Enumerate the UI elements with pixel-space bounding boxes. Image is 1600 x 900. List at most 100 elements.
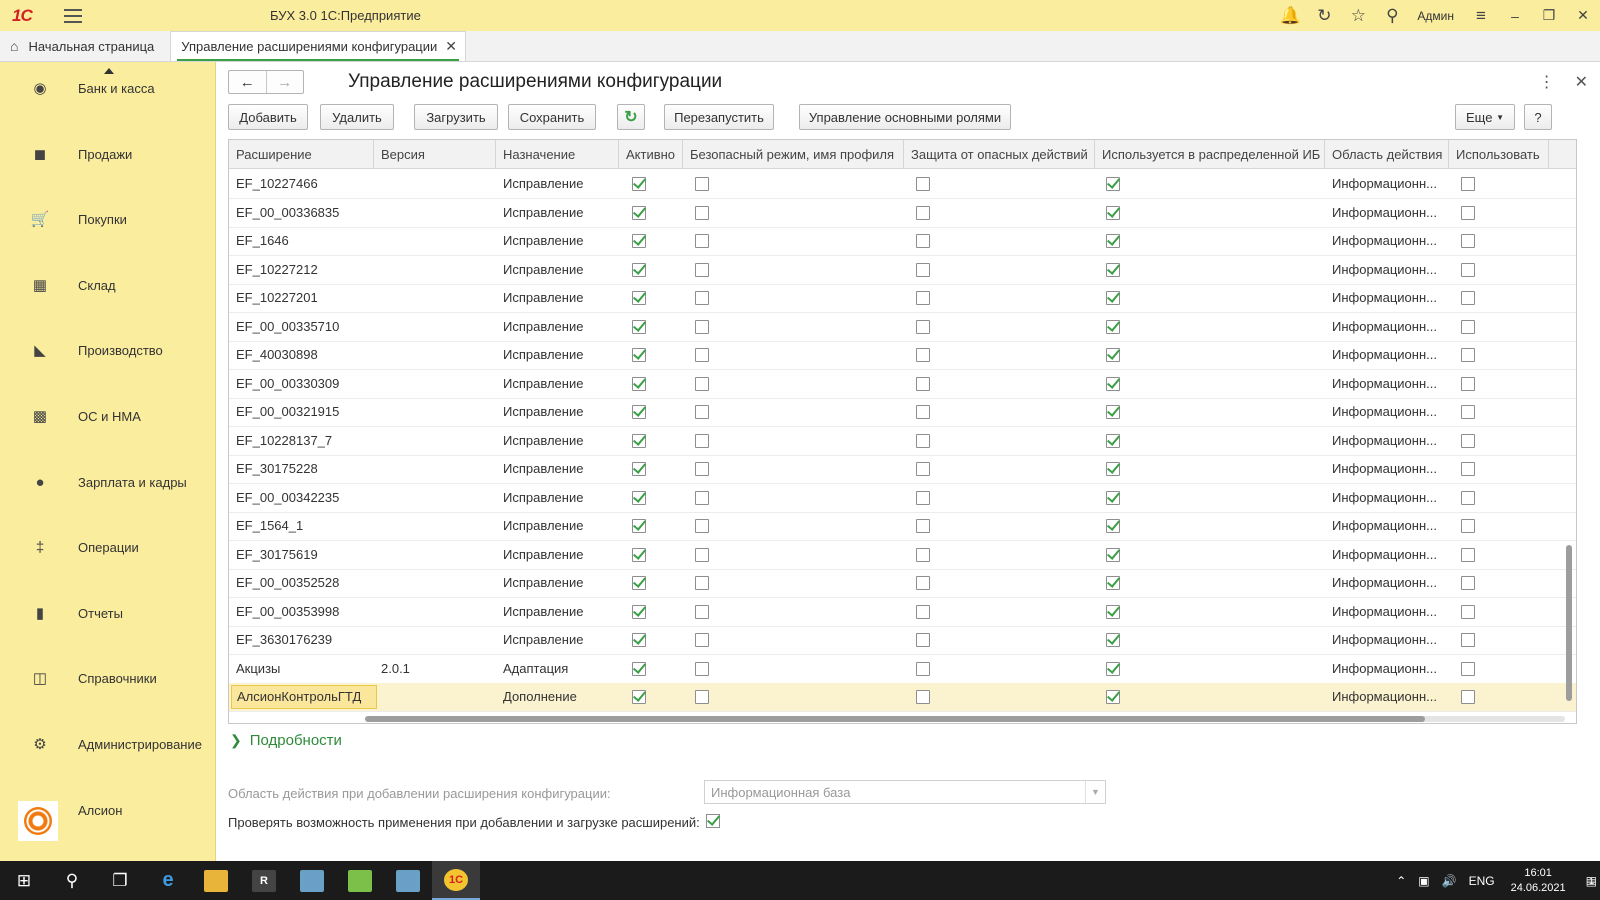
safe-checkbox[interactable]	[695, 490, 709, 505]
hamburger-menu-icon[interactable]	[64, 8, 82, 23]
tab-close-icon[interactable]: ✕	[445, 38, 457, 55]
active-checkbox[interactable]	[632, 604, 646, 619]
protect-checkbox[interactable]	[916, 405, 930, 419]
app-book-icon[interactable]	[288, 861, 336, 900]
spreadsheet-icon[interactable]	[336, 861, 384, 900]
tray-chevron-icon[interactable]: ⌃	[1396, 874, 1406, 888]
table-row[interactable]: EF_10227466 Исправление Информационн...	[229, 170, 1576, 199]
safe-checkbox[interactable]	[695, 690, 709, 704]
active-checkbox[interactable]	[632, 690, 646, 704]
tab-home[interactable]: ⌂ Начальная страница	[0, 31, 170, 61]
use-checkbox[interactable]	[1461, 376, 1475, 391]
use-checkbox[interactable]	[1461, 348, 1475, 362]
user-name[interactable]: Админ	[1417, 9, 1454, 23]
distributed-checkbox[interactable]	[1106, 376, 1120, 391]
safe-checkbox[interactable]	[695, 576, 709, 590]
distributed-checkbox[interactable]	[1106, 576, 1120, 590]
active-checkbox[interactable]	[632, 376, 646, 391]
safe-checkbox[interactable]	[695, 177, 709, 191]
restore-icon[interactable]: ❐	[1532, 7, 1566, 24]
use-checkbox[interactable]	[1461, 234, 1475, 248]
use-checkbox[interactable]	[1461, 690, 1475, 704]
distributed-checkbox[interactable]	[1106, 462, 1120, 476]
distributed-checkbox[interactable]	[1106, 633, 1120, 647]
check-apply-checkbox[interactable]	[706, 814, 720, 828]
active-checkbox[interactable]	[632, 262, 646, 277]
1c-logo[interactable]: 1С	[12, 6, 46, 26]
sidebar-item-1[interactable]: ◼ Продажи	[0, 134, 215, 174]
active-checkbox[interactable]	[632, 462, 646, 476]
active-checkbox[interactable]	[632, 234, 646, 248]
use-checkbox[interactable]	[1461, 576, 1475, 590]
protect-checkbox[interactable]	[916, 490, 930, 505]
use-checkbox[interactable]	[1461, 405, 1475, 419]
tab-extensions[interactable]: Управление расширениями конфигурации ✕	[170, 31, 467, 61]
column-header-5[interactable]: Защита от опасных действий	[904, 140, 1095, 169]
clock[interactable]: 16:01 24.06.2021	[1511, 866, 1566, 896]
active-checkbox[interactable]	[632, 291, 646, 305]
more-vertical-icon[interactable]: ⋮	[1539, 72, 1555, 92]
table-row[interactable]: EF_30175619 Исправление Информационн...	[229, 541, 1576, 570]
safe-checkbox[interactable]	[695, 405, 709, 419]
protect-checkbox[interactable]	[916, 376, 930, 391]
app-book2-icon[interactable]	[384, 861, 432, 900]
column-header-8[interactable]: Использовать	[1449, 140, 1549, 169]
delete-button[interactable]: Удалить	[320, 104, 394, 130]
distributed-checkbox[interactable]	[1106, 405, 1120, 419]
1c-taskbar-icon[interactable]: 1С	[432, 861, 480, 900]
table-row[interactable]: EF_00_00330309 Исправление Информационн...	[229, 370, 1576, 399]
active-checkbox[interactable]	[632, 348, 646, 362]
history-icon[interactable]: ↻	[1307, 0, 1341, 31]
dropdown-arrow-icon[interactable]: ▼	[1085, 781, 1105, 803]
use-checkbox[interactable]	[1461, 604, 1475, 619]
safe-checkbox[interactable]	[695, 547, 709, 562]
minimize-icon[interactable]: –	[1498, 8, 1532, 24]
sidebar-item-6[interactable]: ● Зарплата и кадры	[0, 462, 215, 502]
refresh-icon[interactable]: ↻	[617, 104, 645, 130]
use-checkbox[interactable]	[1461, 433, 1475, 448]
use-checkbox[interactable]	[1461, 319, 1475, 334]
protect-checkbox[interactable]	[916, 519, 930, 533]
table-row[interactable]: АлсионКонтрольГТД Дополнение Информационн.…	[229, 683, 1576, 712]
horizontal-scrollbar[interactable]	[365, 716, 1565, 722]
help-button[interactable]: ?	[1524, 104, 1552, 130]
sidebar-item-8[interactable]: ▮ Отчеты	[0, 593, 215, 633]
sidebar-item-4[interactable]: ◣ Производство	[0, 330, 215, 370]
details-toggle[interactable]: ❯ Подробности	[230, 732, 342, 749]
task-view-icon[interactable]: ❐	[96, 861, 144, 900]
protect-checkbox[interactable]	[916, 348, 930, 362]
protect-checkbox[interactable]	[916, 633, 930, 647]
table-row[interactable]: EF_00_00321915 Исправление Информационн...	[229, 398, 1576, 427]
active-checkbox[interactable]	[632, 177, 646, 191]
protect-checkbox[interactable]	[916, 547, 930, 562]
explorer-icon[interactable]	[192, 861, 240, 900]
protect-checkbox[interactable]	[916, 319, 930, 334]
distributed-checkbox[interactable]	[1106, 661, 1120, 676]
volume-icon[interactable]: 🔊	[1442, 874, 1457, 888]
use-checkbox[interactable]	[1461, 519, 1475, 533]
distributed-checkbox[interactable]	[1106, 433, 1120, 448]
distributed-checkbox[interactable]	[1106, 262, 1120, 277]
column-header-1[interactable]: Версия	[374, 140, 496, 169]
distributed-checkbox[interactable]	[1106, 319, 1120, 334]
protect-checkbox[interactable]	[916, 661, 930, 676]
distributed-checkbox[interactable]	[1106, 177, 1120, 191]
use-checkbox[interactable]	[1461, 547, 1475, 562]
use-checkbox[interactable]	[1461, 205, 1475, 220]
close-form-icon[interactable]: ✕	[1575, 72, 1588, 92]
protect-checkbox[interactable]	[916, 291, 930, 305]
table-row[interactable]: EF_00_00353998 Исправление Информационн...	[229, 598, 1576, 627]
windows-start-icon[interactable]: ⊞	[0, 861, 48, 900]
safe-checkbox[interactable]	[695, 234, 709, 248]
table-row[interactable]: Акцизы 2.0.1 Адаптация Информационн...	[229, 655, 1576, 684]
column-header-2[interactable]: Назначение	[496, 140, 619, 169]
safe-checkbox[interactable]	[695, 291, 709, 305]
sidebar-item-3[interactable]: ▦ Склад	[0, 265, 215, 305]
sidebar-item-10[interactable]: ⚙ Администрирование	[0, 724, 215, 764]
protect-checkbox[interactable]	[916, 205, 930, 220]
active-checkbox[interactable]	[632, 633, 646, 647]
safe-checkbox[interactable]	[695, 262, 709, 277]
table-row[interactable]: EF_10227212 Исправление Информационн...	[229, 256, 1576, 285]
active-checkbox[interactable]	[632, 547, 646, 562]
column-header-4[interactable]: Безопасный режим, имя профиля	[683, 140, 904, 169]
